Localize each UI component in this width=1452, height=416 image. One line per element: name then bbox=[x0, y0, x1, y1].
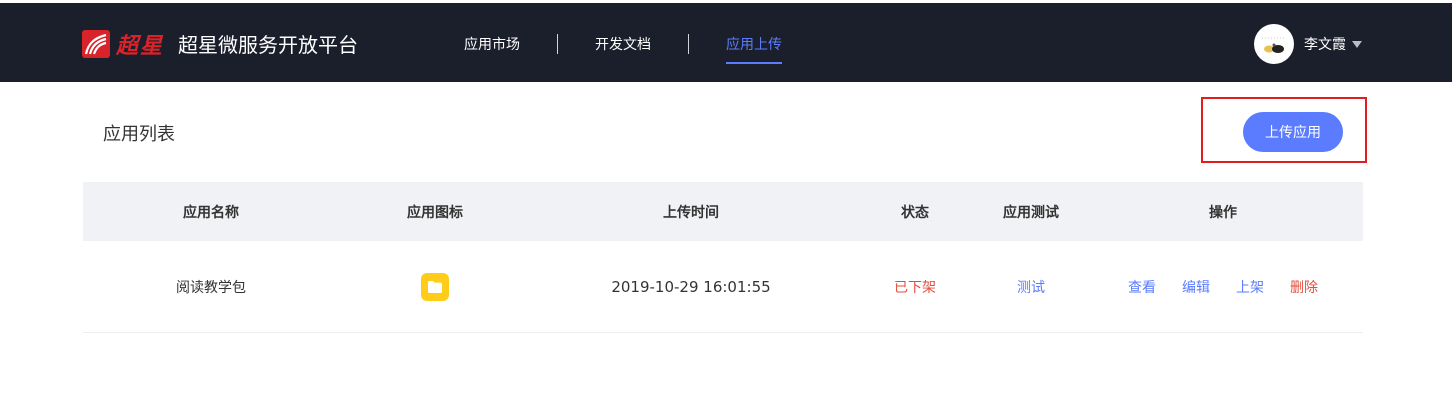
chaoxing-logo[interactable]: 超星 bbox=[82, 28, 164, 60]
app-table: 应用名称 应用图标 上传时间 状态 应用测试 操作 阅读教学包 2019-10-… bbox=[83, 182, 1363, 333]
app-name-cell: 阅读教学包 bbox=[176, 279, 246, 296]
upload-time-cell: 2019-10-29 16:01:55 bbox=[611, 277, 771, 296]
upload-app-button[interactable]: 上传应用 bbox=[1243, 112, 1343, 152]
test-link[interactable]: 测试 bbox=[1017, 277, 1045, 297]
column-header-status: 状态 bbox=[901, 204, 929, 221]
chaoxing-logo-mark bbox=[82, 30, 110, 58]
test-cell: 测试 bbox=[979, 277, 1083, 297]
delete-link[interactable]: 删除 bbox=[1290, 277, 1318, 297]
column-header-actions: 操作 bbox=[1209, 204, 1237, 221]
view-link[interactable]: 查看 bbox=[1128, 277, 1156, 297]
column-header-icon: 应用图标 bbox=[407, 204, 463, 221]
table-header: 应用名称 应用图标 上传时间 状态 应用测试 操作 bbox=[83, 182, 1363, 241]
platform-title: 超星微服务开放平台 bbox=[178, 33, 358, 57]
status-badge: 已下架 bbox=[894, 279, 936, 296]
column-header-name: 应用名称 bbox=[183, 204, 239, 221]
main-nav: 应用市场 开发文档 应用上传 bbox=[445, 3, 801, 85]
app-icon-cell bbox=[339, 272, 531, 301]
user-menu[interactable]: 李文霞 bbox=[1254, 24, 1362, 64]
nav-divider bbox=[688, 34, 689, 54]
page-title: 应用列表 bbox=[103, 124, 175, 145]
folder-icon bbox=[421, 272, 449, 301]
nav-dev-docs[interactable]: 开发文档 bbox=[576, 3, 670, 85]
user-name[interactable]: 李文霞 bbox=[1304, 34, 1346, 54]
actions-cell: 查看 编辑 上架 删除 bbox=[1083, 277, 1363, 297]
nav-app-market[interactable]: 应用市场 bbox=[445, 3, 539, 85]
nav-divider bbox=[557, 34, 558, 54]
table-row: 阅读教学包 2019-10-29 16:01:55 已下架 测试 查看 编辑 上… bbox=[83, 241, 1363, 333]
chaoxing-logo-text: 超星 bbox=[116, 33, 165, 59]
avatar[interactable] bbox=[1254, 24, 1294, 64]
column-header-test: 应用测试 bbox=[1003, 204, 1059, 221]
edit-link[interactable]: 编辑 bbox=[1182, 277, 1210, 297]
top-header: 超星 超星微服务开放平台 应用市场 开发文档 应用上传 李文霞 bbox=[0, 0, 1452, 82]
nav-app-upload[interactable]: 应用上传 bbox=[707, 3, 801, 85]
publish-link[interactable]: 上架 bbox=[1236, 277, 1264, 297]
column-header-upload-time: 上传时间 bbox=[663, 204, 719, 221]
caret-down-icon[interactable] bbox=[1352, 40, 1362, 48]
